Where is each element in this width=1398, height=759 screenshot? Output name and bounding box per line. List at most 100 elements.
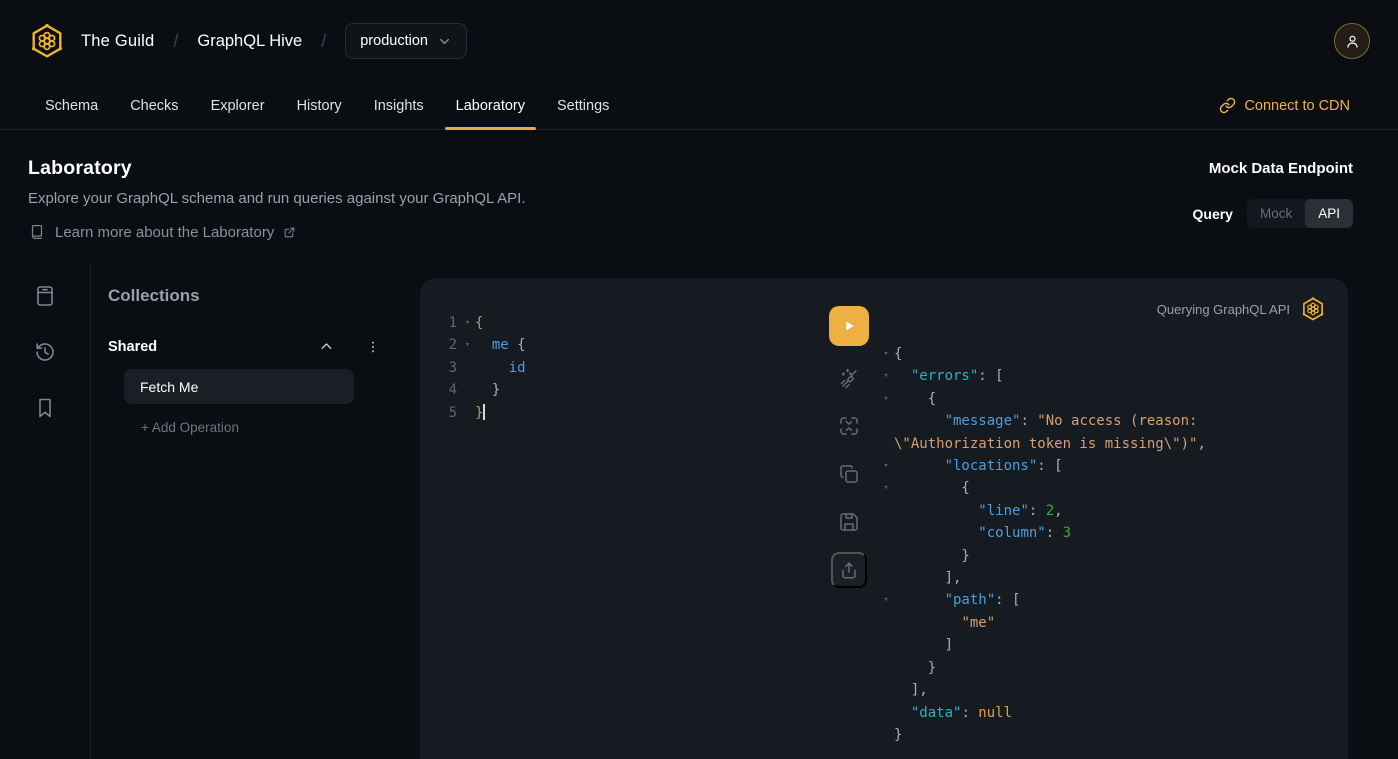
code-text: "me" <box>894 612 995 634</box>
line-number: 3 <box>420 357 460 379</box>
page-title: Laboratory <box>28 157 1353 180</box>
fold-arrow-icon[interactable]: ▾ <box>878 589 894 611</box>
code-text: "data": null <box>894 702 1012 724</box>
tab-explorer[interactable]: Explorer <box>196 82 280 129</box>
fold-gutter <box>878 567 894 589</box>
sidebar-rail <box>0 262 90 759</box>
tab-laboratory[interactable]: Laboratory <box>441 82 540 129</box>
code-text: "path": [ <box>894 589 1020 611</box>
fold-gutter <box>878 724 894 746</box>
tab-checks[interactable]: Checks <box>115 82 193 129</box>
endpoint-option-api[interactable]: API <box>1305 199 1353 228</box>
link-icon <box>1219 97 1236 114</box>
user-avatar[interactable] <box>1334 23 1370 59</box>
code-text: ], <box>894 679 928 701</box>
nav-spacer <box>626 82 1219 129</box>
line-number: 4 <box>420 379 460 401</box>
code-text: } <box>894 545 970 567</box>
query-line: 4 } <box>420 379 820 401</box>
fold-gutter <box>878 634 894 656</box>
mock-endpoint-heading: Mock Data Endpoint <box>1193 160 1354 177</box>
page-head: Laboratory Explore your GraphQL schema a… <box>0 130 1398 262</box>
chevron-up-icon[interactable] <box>318 338 335 355</box>
target-selector[interactable]: production <box>345 23 467 59</box>
code-text: } <box>475 379 500 401</box>
fold-gutter <box>878 410 894 432</box>
response-endpoint-label: Querying GraphQL API <box>1157 302 1290 317</box>
text-cursor <box>483 404 485 420</box>
operation-item[interactable]: Fetch Me <box>124 369 354 404</box>
tab-history[interactable]: History <box>282 82 357 129</box>
connect-to-cdn-label: Connect to CDN <box>1244 98 1350 114</box>
code-text: } <box>894 724 902 746</box>
history-icon[interactable] <box>33 340 57 364</box>
save-operation-icon[interactable] <box>837 510 861 534</box>
response-line: "message": "No access (reason: <box>878 410 1326 432</box>
collection-group-shared[interactable]: Shared <box>108 338 421 355</box>
response-line: ▾ { <box>878 388 1326 410</box>
response-line: ▾{ <box>878 343 1326 365</box>
hive-logo[interactable] <box>28 22 66 60</box>
code-text: { <box>894 388 936 410</box>
response-line: ▾ "errors": [ <box>878 365 1326 387</box>
fold-arrow-icon[interactable]: ▾ <box>878 388 894 410</box>
response-line: "me" <box>878 612 1326 634</box>
fold-gutter <box>878 545 894 567</box>
share-icon <box>838 559 860 581</box>
prettify-icon[interactable] <box>837 366 861 390</box>
response-line: ] <box>878 634 1326 656</box>
tab-settings[interactable]: Settings <box>542 82 624 129</box>
collection-items: Fetch Me <box>108 369 421 404</box>
editor-toolbar <box>820 278 878 759</box>
breadcrumb-project[interactable]: GraphQL Hive <box>197 32 302 51</box>
merge-fragments-icon[interactable] <box>837 414 861 438</box>
response-line: "data": null <box>878 702 1326 724</box>
connect-to-cdn-link[interactable]: Connect to CDN <box>1219 82 1350 129</box>
endpoint-mode-label: Query <box>1193 206 1233 222</box>
code-text: } <box>894 657 936 679</box>
query-line: 1▾{ <box>420 312 820 334</box>
breadcrumb-separator: / <box>321 31 326 52</box>
share-operation-button[interactable] <box>831 552 867 588</box>
fold-arrow-icon[interactable]: ▾ <box>878 365 894 387</box>
query-editor[interactable]: 1▾{2▾ me {3 id4 }5} <box>420 278 820 759</box>
response-viewer[interactable]: ▾{▾ "errors": [▾ { "message": "No access… <box>878 343 1326 746</box>
person-icon <box>1343 32 1362 51</box>
breadcrumb-org[interactable]: The Guild <box>81 32 154 51</box>
query-line: 5} <box>420 402 820 424</box>
response-line: "line": 2, <box>878 500 1326 522</box>
fold-gutter <box>460 402 475 424</box>
response-line: } <box>878 724 1326 746</box>
tab-schema[interactable]: Schema <box>30 82 113 129</box>
code-text: "column": 3 <box>894 522 1071 544</box>
code-text: { <box>475 312 483 334</box>
learn-more-label: Learn more about the Laboratory <box>55 224 274 241</box>
endpoint-option-mock[interactable]: Mock <box>1247 199 1305 228</box>
add-operation-button[interactable]: + Add Operation <box>141 420 421 435</box>
response-line: ▾ { <box>878 477 1326 499</box>
kebab-menu-icon[interactable] <box>365 339 381 355</box>
fold-arrow-icon[interactable]: ▾ <box>878 455 894 477</box>
code-text: { <box>894 477 970 499</box>
fold-arrow-icon[interactable]: ▾ <box>460 312 475 334</box>
docs-icon[interactable] <box>33 284 57 308</box>
execute-query-button[interactable] <box>829 306 869 346</box>
bookmark-icon[interactable] <box>33 396 57 420</box>
tab-insights[interactable]: Insights <box>359 82 439 129</box>
fold-arrow-icon[interactable]: ▾ <box>460 334 475 356</box>
nav-tabs: SchemaChecksExplorerHistoryInsightsLabor… <box>30 82 626 129</box>
play-icon <box>841 318 857 334</box>
fold-arrow-icon[interactable]: ▾ <box>878 477 894 499</box>
code-text: "line": 2, <box>894 500 1063 522</box>
code-text: ] <box>894 634 953 656</box>
learn-more-link[interactable]: Learn more about the Laboratory <box>28 223 1353 241</box>
fold-gutter <box>460 379 475 401</box>
graphiql-panel: 1▾{2▾ me {3 id4 }5} <box>420 278 1348 759</box>
fold-gutter <box>878 679 894 701</box>
code-text: \"Authorization token is missing\")", <box>894 433 1206 455</box>
endpoint-mode-switch: MockAPI <box>1247 199 1353 228</box>
fold-arrow-icon[interactable]: ▾ <box>878 343 894 365</box>
copy-query-icon[interactable] <box>837 462 861 486</box>
fold-gutter <box>878 612 894 634</box>
response-line: ], <box>878 679 1326 701</box>
